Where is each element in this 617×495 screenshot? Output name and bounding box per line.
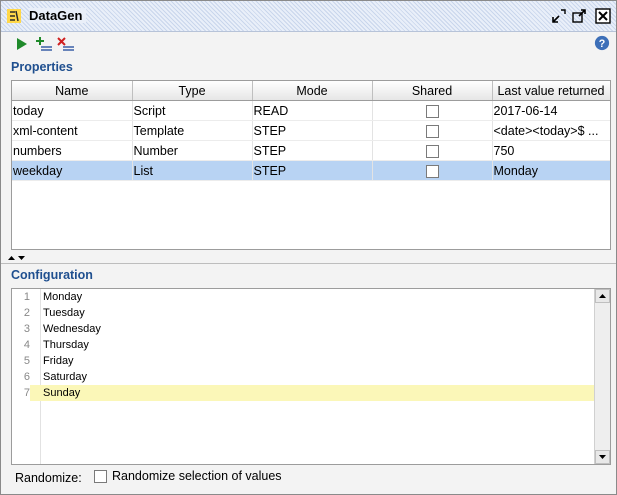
table-header-row: Name Type Mode Shared Last value returne… — [12, 81, 610, 101]
cell-mode[interactable]: STEP — [252, 120, 373, 141]
line-number: 5 — [23, 355, 30, 367]
cell-shared — [372, 120, 493, 141]
scroll-up-button[interactable] — [595, 289, 610, 303]
cell-last-value: Monday — [492, 160, 610, 181]
editor-line[interactable]: 4 Thursday — [12, 337, 594, 353]
cell-type[interactable]: Number — [132, 140, 253, 161]
randomize-option-label[interactable]: Randomize selection of values — [112, 469, 282, 483]
line-text: Wednesday — [43, 323, 101, 335]
cell-name[interactable]: weekday — [12, 160, 133, 181]
datagen-window: DataGen ? Properties Name Type Mode Shar… — [0, 0, 617, 495]
window-title: DataGen — [29, 8, 87, 23]
column-header-mode[interactable]: Mode — [252, 81, 373, 101]
minimize-icon[interactable] — [551, 8, 567, 24]
cell-type[interactable]: Script — [132, 100, 253, 121]
line-number: 4 — [23, 339, 30, 351]
randomize-label: Randomize: — [15, 471, 82, 485]
scroll-down-button[interactable] — [595, 450, 610, 464]
cell-name[interactable]: today — [12, 100, 133, 121]
close-icon[interactable] — [595, 8, 611, 24]
properties-table: Name Type Mode Shared Last value returne… — [11, 80, 611, 250]
cell-name[interactable]: xml-content — [12, 120, 133, 141]
help-icon[interactable]: ? — [593, 35, 611, 51]
title-bar: DataGen — [1, 1, 616, 32]
detach-icon[interactable] — [571, 8, 587, 24]
datagen-icon — [7, 9, 21, 23]
splitter-arrows-icon[interactable] — [7, 253, 27, 263]
panel-divider[interactable] — [1, 263, 616, 264]
shared-checkbox[interactable] — [426, 124, 439, 138]
table-row[interactable]: numbers Number STEP 750 — [12, 140, 610, 161]
line-text: Saturday — [43, 371, 88, 383]
line-text: Monday — [43, 291, 83, 303]
configuration-header: Configuration — [11, 268, 93, 282]
column-header-type[interactable]: Type — [132, 81, 253, 101]
svg-text:?: ? — [599, 38, 606, 50]
footer-bar: Randomize: Randomize selection of values — [1, 465, 616, 494]
shared-checkbox[interactable] — [426, 104, 439, 118]
editor-line[interactable]: 1 Monday — [12, 289, 594, 305]
cell-type[interactable]: List — [132, 160, 253, 181]
properties-header: Properties — [11, 60, 73, 74]
cell-mode[interactable]: STEP — [252, 160, 373, 181]
cell-shared — [372, 100, 493, 121]
configuration-editor[interactable]: 1 Monday 2 Tuesday 3 Wednesday 4 Thursda… — [11, 288, 611, 465]
table-row[interactable]: today Script READ 2017-06-14 — [12, 100, 610, 121]
cell-name[interactable]: numbers — [12, 140, 133, 161]
cell-last-value: <date><today>$ ... — [492, 120, 610, 141]
vertical-scrollbar[interactable] — [594, 289, 610, 464]
cell-type[interactable]: Template — [132, 120, 253, 141]
cell-mode[interactable]: READ — [252, 100, 373, 121]
table-row-selected[interactable]: weekday List STEP Monday — [12, 160, 610, 181]
editor-line[interactable]: 5 Friday — [12, 353, 594, 369]
play-icon[interactable] — [13, 36, 31, 52]
line-text: Tuesday — [43, 307, 85, 319]
cell-mode[interactable]: STEP — [252, 140, 373, 161]
column-header-last-value[interactable]: Last value returned — [492, 81, 610, 101]
shared-checkbox[interactable] — [426, 164, 439, 178]
cell-shared — [372, 140, 493, 161]
editor-line-current[interactable]: 7 Sunday — [12, 385, 594, 401]
column-header-shared[interactable]: Shared — [372, 81, 493, 101]
randomize-checkbox[interactable] — [94, 470, 107, 483]
line-number: 2 — [23, 307, 30, 319]
add-property-icon[interactable] — [35, 36, 53, 52]
line-number: 1 — [23, 291, 30, 303]
remove-property-icon[interactable] — [57, 36, 75, 52]
scroll-up-arrow-icon — [599, 294, 606, 298]
table-row[interactable]: xml-content Template STEP <date><today>$… — [12, 120, 610, 141]
line-number: 6 — [23, 371, 30, 383]
shared-checkbox[interactable] — [426, 144, 439, 158]
cell-last-value: 750 — [492, 140, 610, 161]
editor-line[interactable]: 2 Tuesday — [12, 305, 594, 321]
editor-line[interactable]: 3 Wednesday — [12, 321, 594, 337]
toolbar: ? — [1, 32, 616, 56]
column-header-name[interactable]: Name — [12, 81, 133, 101]
editor-line[interactable]: 6 Saturday — [12, 369, 594, 385]
line-number: 3 — [23, 323, 30, 335]
cell-shared — [372, 160, 493, 181]
line-number: 7 — [12, 385, 30, 401]
cell-last-value: 2017-06-14 — [492, 100, 610, 121]
line-text: Sunday — [43, 387, 81, 399]
line-text: Friday — [43, 355, 74, 367]
line-text: Thursday — [43, 339, 89, 351]
scroll-down-arrow-icon — [599, 455, 606, 459]
